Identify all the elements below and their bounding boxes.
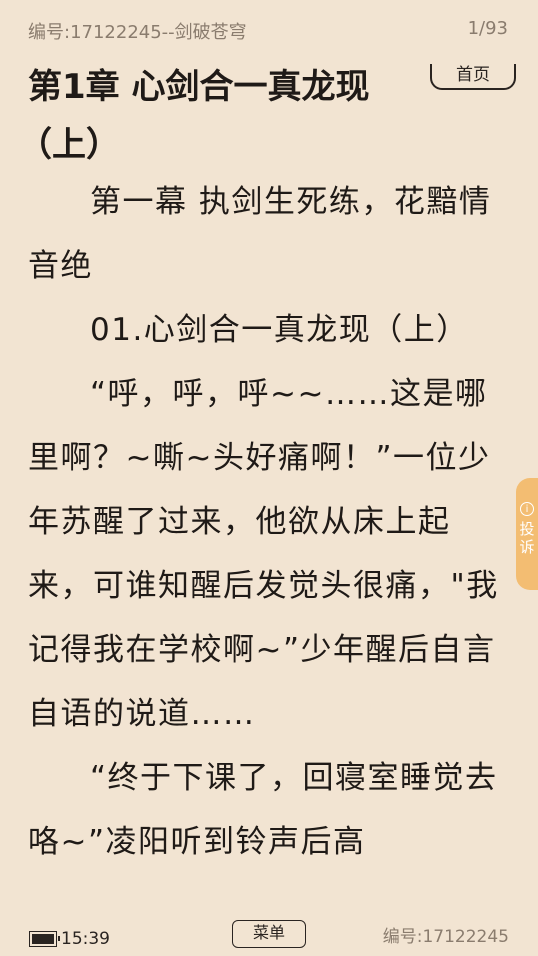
page-indicator: 1/93: [467, 18, 508, 39]
menu-button[interactable]: 菜单: [232, 920, 306, 948]
status-battery: 15:39: [29, 929, 110, 949]
chapter-title: 第1章 心剑合一真龙现 （上）: [18, 58, 428, 174]
book-meta: 编号:17122245--剑破苍穹: [28, 22, 247, 43]
chapter-title-main: 第1章 心剑合一真龙现: [28, 67, 370, 107]
paragraph: 01.心剑合一真龙现（上）: [90, 312, 469, 348]
paragraph: 第一幕 执剑生死练，花黯情音绝: [28, 184, 492, 284]
report-tab[interactable]: i 投诉: [516, 478, 538, 590]
home-button[interactable]: 首页: [430, 64, 516, 90]
clock-time: 15:39: [61, 929, 110, 949]
battery-icon: [29, 931, 60, 947]
book-id: 编号:17122245: [382, 927, 509, 947]
info-icon: i: [520, 502, 534, 516]
chapter-title-part: （上）: [18, 125, 120, 165]
paragraph: “终于下课了，回寝室睡觉去咯~”凌阳听到铃声后高: [28, 760, 498, 860]
report-tab-label: 投诉: [519, 520, 535, 556]
chapter-content: 第一幕 执剑生死练，花黯情音绝 01.心剑合一真龙现（上） “呼，呼，呼~~………: [28, 170, 512, 874]
paragraph: “呼，呼，呼~~……这是哪里啊？~嘶~头好痛啊！”一位少年苏醒了过来，他欲从床上…: [28, 376, 499, 732]
